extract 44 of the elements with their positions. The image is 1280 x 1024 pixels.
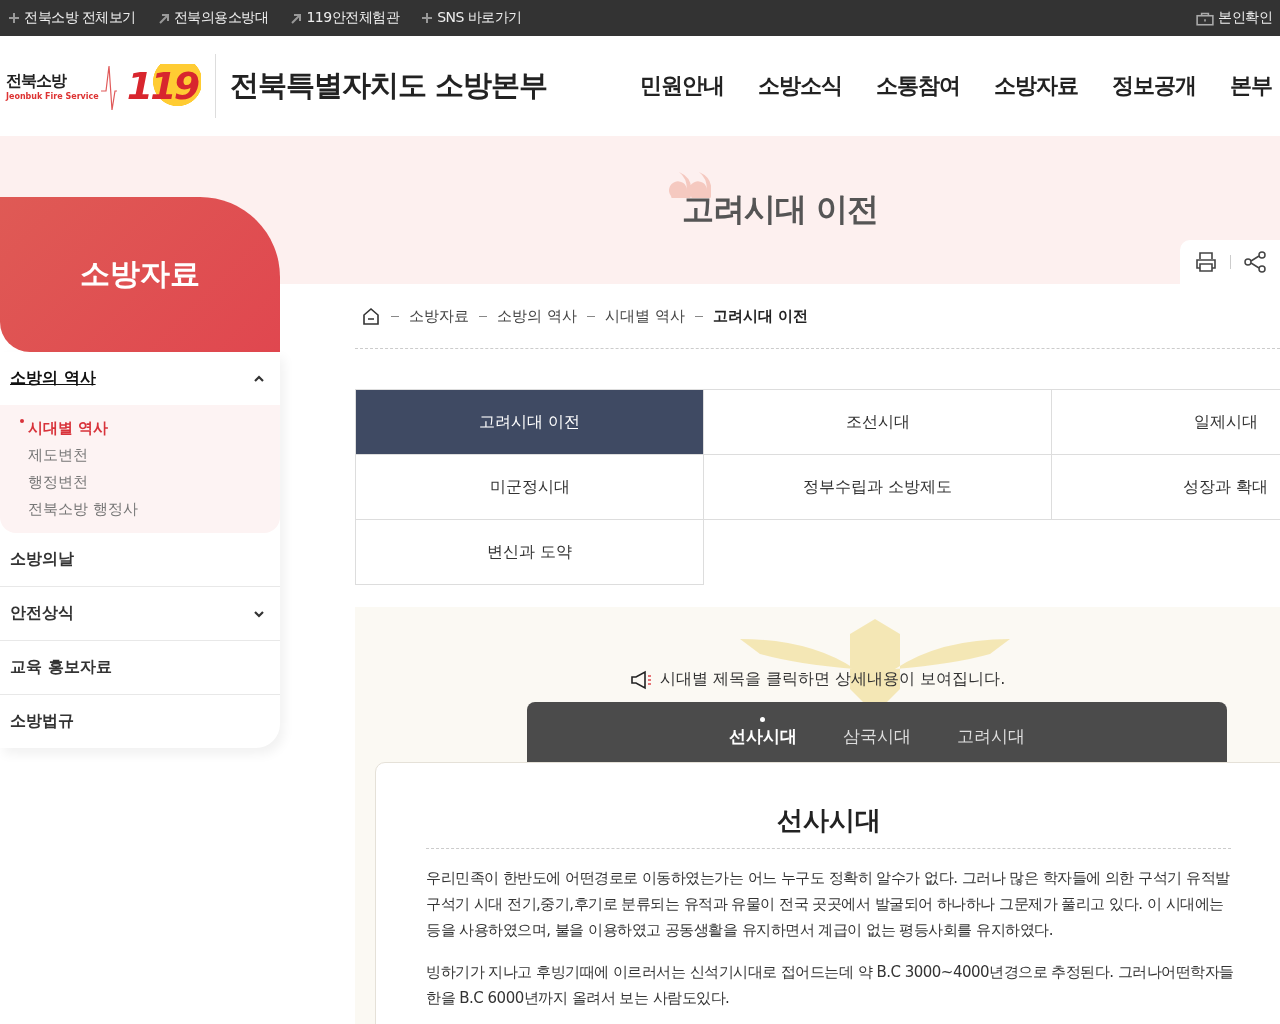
site-title: 전북특별자치도 소방본부 — [230, 67, 548, 104]
article-text-line: 구석기 시대 전기,중기,후기로 분류되는 유적과 유물이 전국 곳곳에서 발굴되어 하나하나 그문제가 풀리고 있다. 이 시대에는 — [426, 894, 1225, 915]
nav-item[interactable]: 소방자료 — [994, 71, 1078, 101]
submenu-item[interactable]: 시대별 역사 — [20, 419, 109, 438]
page-title: 고려시대 이전 — [681, 189, 879, 230]
era-tab[interactable]: 변신과 도약 — [356, 520, 704, 585]
sidebar-item[interactable]: 안전상식 — [0, 587, 280, 641]
article-text-line: 등을 사용하였으며, 불을 이용하였고 공동생활을 유지하면서 계급이 없는 평등사회를 유지하였다. — [426, 920, 1054, 941]
nav-item[interactable]: 본부 — [1230, 71, 1272, 101]
article-text-line: 한을 B.C 6000년까지 올려서 보는 사람도있다. — [426, 988, 731, 1009]
period-tab[interactable]: 선사시대 — [729, 716, 797, 748]
era-tab[interactable]: 조선시대 — [704, 390, 1052, 455]
breadcrumb-item[interactable]: 소방의 역사 — [497, 306, 577, 326]
article-text-line: 우리민족이 한반도에 어떤경로로 이동하였는가는 어느 누구도 정확히 알수가 없다. 그러나 많은 학자들에 의한 구석기 유적발 — [426, 868, 1231, 889]
era-tab[interactable]: 미군정시대 — [356, 455, 704, 520]
article-text-line: 빙하기가 지나고 후빙기때에 이르러서는 신석기시대로 접어드는데 약 B.C 3000~4000년경으로 추정된다. 그러나어떤학자들 — [426, 962, 1235, 983]
top-link[interactable]: 전북소방 전체보기 — [8, 9, 136, 27]
submenu-item[interactable]: 제도변천 — [20, 446, 88, 465]
top-link[interactable]: SNS 바로가기 — [421, 9, 522, 27]
nav-item[interactable]: 소방소식 — [758, 71, 842, 101]
period-tab[interactable]: 고려시대 — [957, 716, 1025, 748]
breadcrumb-item[interactable]: 소방자료 — [409, 306, 469, 326]
sidebar-item[interactable]: 소방의 역사 — [0, 352, 280, 405]
verify-link[interactable]: 본인확인 — [1196, 9, 1272, 27]
article-heading: 선사시대 — [426, 803, 1231, 849]
top-link[interactable]: 119안전체험관 — [290, 9, 400, 27]
breadcrumb-item[interactable]: 시대별 역사 — [604, 306, 685, 326]
submenu-item[interactable]: 전북소방 행정사 — [20, 500, 138, 519]
breadcrumb-item: 고려시대 이전 — [712, 306, 808, 326]
sidebar-item[interactable]: 소방법규 — [0, 695, 280, 748]
era-tab[interactable]: 고려시대 이전 — [356, 390, 704, 455]
period-tab[interactable]: 삼국시대 — [843, 716, 911, 748]
era-tab[interactable]: 정부수립과 소방제도 — [704, 455, 1052, 520]
logo-subtitle: Jeonbuk Fire Service — [6, 92, 99, 101]
nav-item[interactable]: 민원안내 — [640, 71, 724, 101]
sidebar-item[interactable]: 소방의날 — [0, 533, 280, 587]
notice-text: 시대별 제목을 클릭하면 상세내용이 보여집니다. — [659, 669, 1006, 690]
nav-item[interactable]: 소통참여 — [876, 71, 960, 101]
logo-text: 전북소방 — [6, 71, 68, 92]
top-link[interactable]: 전북의용소방대 — [157, 9, 269, 27]
sidebar-title: 소방자료 — [0, 197, 280, 352]
submenu-item[interactable]: 행정변천 — [20, 473, 88, 492]
nav-item[interactable]: 정보공개 — [1112, 71, 1196, 101]
sidebar-item[interactable]: 교육 홍보자료 — [0, 641, 280, 695]
